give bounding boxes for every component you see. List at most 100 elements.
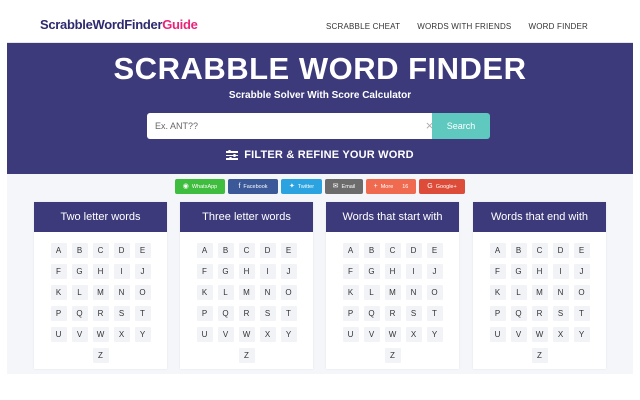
nav-link-words-with-friends[interactable]: WORDS WITH FRIENDS xyxy=(417,22,511,31)
letter-tile-z[interactable]: Z xyxy=(92,348,109,363)
letter-tile-c[interactable]: C xyxy=(238,243,255,258)
letter-tile-r[interactable]: R xyxy=(384,306,401,321)
letter-tile-y[interactable]: Y xyxy=(134,327,151,342)
letter-tile-s[interactable]: S xyxy=(259,306,276,321)
site-logo[interactable]: ScrabbleWordFinderGuide xyxy=(40,17,198,32)
letter-tile-f[interactable]: F xyxy=(50,264,67,279)
letter-tile-c[interactable]: C xyxy=(92,243,109,258)
letter-tile-w[interactable]: W xyxy=(531,327,548,342)
letter-tile-r[interactable]: R xyxy=(531,306,548,321)
letter-tile-b[interactable]: B xyxy=(217,243,234,258)
letter-tile-h[interactable]: H xyxy=(384,264,401,279)
letter-tile-f[interactable]: F xyxy=(196,264,213,279)
nav-link-scrabble-cheat[interactable]: SCRABBLE CHEAT xyxy=(326,22,400,31)
letter-tile-o[interactable]: O xyxy=(280,285,297,300)
letter-tile-b[interactable]: B xyxy=(510,243,527,258)
letter-tile-e[interactable]: E xyxy=(134,243,151,258)
letter-tile-d[interactable]: D xyxy=(405,243,422,258)
letter-tile-o[interactable]: O xyxy=(573,285,590,300)
letter-tile-d[interactable]: D xyxy=(113,243,130,258)
letter-tile-v[interactable]: V xyxy=(71,327,88,342)
letter-tile-c[interactable]: C xyxy=(384,243,401,258)
letter-tile-f[interactable]: F xyxy=(342,264,359,279)
share-button-whatsapp[interactable]: ◉ WhatsApp xyxy=(175,179,225,194)
letter-tile-m[interactable]: M xyxy=(238,285,255,300)
filter-toggle[interactable]: FILTER & REFINE YOUR WORD xyxy=(7,149,633,161)
letter-tile-u[interactable]: U xyxy=(342,327,359,342)
letter-tile-w[interactable]: W xyxy=(238,327,255,342)
letter-tile-h[interactable]: H xyxy=(531,264,548,279)
letter-tile-t[interactable]: T xyxy=(573,306,590,321)
letter-tile-g[interactable]: G xyxy=(71,264,88,279)
letter-tile-i[interactable]: I xyxy=(113,264,130,279)
letter-tile-a[interactable]: A xyxy=(196,243,213,258)
letter-tile-l[interactable]: L xyxy=(510,285,527,300)
letter-tile-z[interactable]: Z xyxy=(531,348,548,363)
letter-tile-u[interactable]: U xyxy=(50,327,67,342)
search-button[interactable]: Search xyxy=(432,113,490,139)
letter-tile-e[interactable]: E xyxy=(280,243,297,258)
letter-tile-n[interactable]: N xyxy=(405,285,422,300)
letter-tile-n[interactable]: N xyxy=(259,285,276,300)
letter-tile-k[interactable]: K xyxy=(489,285,506,300)
letter-tile-p[interactable]: P xyxy=(489,306,506,321)
letter-tile-v[interactable]: V xyxy=(363,327,380,342)
letter-tile-r[interactable]: R xyxy=(92,306,109,321)
letter-tile-y[interactable]: Y xyxy=(280,327,297,342)
letter-tile-m[interactable]: M xyxy=(531,285,548,300)
letter-tile-w[interactable]: W xyxy=(384,327,401,342)
letter-tile-l[interactable]: L xyxy=(217,285,234,300)
letter-tile-i[interactable]: I xyxy=(259,264,276,279)
clear-icon[interactable]: × xyxy=(425,120,435,132)
letter-tile-j[interactable]: J xyxy=(134,264,151,279)
letter-tile-k[interactable]: K xyxy=(342,285,359,300)
letter-tile-n[interactable]: N xyxy=(552,285,569,300)
letter-tile-i[interactable]: I xyxy=(552,264,569,279)
letter-tile-e[interactable]: E xyxy=(573,243,590,258)
letter-tile-l[interactable]: L xyxy=(71,285,88,300)
letter-tile-l[interactable]: L xyxy=(363,285,380,300)
letter-tile-p[interactable]: P xyxy=(196,306,213,321)
letter-tile-k[interactable]: K xyxy=(196,285,213,300)
letter-tile-p[interactable]: P xyxy=(342,306,359,321)
nav-link-word-finder[interactable]: WORD FINDER xyxy=(528,22,588,31)
letter-tile-q[interactable]: Q xyxy=(71,306,88,321)
letter-tile-d[interactable]: D xyxy=(259,243,276,258)
letter-tile-p[interactable]: P xyxy=(50,306,67,321)
letter-tile-s[interactable]: S xyxy=(113,306,130,321)
letter-tile-k[interactable]: K xyxy=(50,285,67,300)
letter-tile-q[interactable]: Q xyxy=(510,306,527,321)
share-button-more[interactable]: + More 16 xyxy=(366,179,416,194)
share-button-twitter[interactable]: ✦ Twitter xyxy=(281,179,322,194)
letter-tile-z[interactable]: Z xyxy=(384,348,401,363)
letter-tile-j[interactable]: J xyxy=(426,264,443,279)
share-button-email[interactable]: ✉ Email xyxy=(325,179,363,194)
letter-tile-t[interactable]: T xyxy=(426,306,443,321)
letter-tile-o[interactable]: O xyxy=(134,285,151,300)
letter-tile-x[interactable]: X xyxy=(552,327,569,342)
letter-tile-j[interactable]: J xyxy=(573,264,590,279)
letter-tile-b[interactable]: B xyxy=(71,243,88,258)
letter-tile-u[interactable]: U xyxy=(489,327,506,342)
letter-tile-i[interactable]: I xyxy=(405,264,422,279)
letter-tile-y[interactable]: Y xyxy=(573,327,590,342)
letter-tile-e[interactable]: E xyxy=(426,243,443,258)
letter-tile-t[interactable]: T xyxy=(134,306,151,321)
letter-tile-g[interactable]: G xyxy=(510,264,527,279)
letter-tile-n[interactable]: N xyxy=(113,285,130,300)
share-button-google[interactable]: G Google+ xyxy=(419,179,465,194)
letter-tile-q[interactable]: Q xyxy=(217,306,234,321)
letter-tile-a[interactable]: A xyxy=(489,243,506,258)
letter-tile-u[interactable]: U xyxy=(196,327,213,342)
share-button-facebook[interactable]: f Facebook xyxy=(228,179,278,194)
letter-tile-a[interactable]: A xyxy=(342,243,359,258)
letter-tile-a[interactable]: A xyxy=(50,243,67,258)
letter-tile-z[interactable]: Z xyxy=(238,348,255,363)
letter-tile-v[interactable]: V xyxy=(510,327,527,342)
search-input[interactable] xyxy=(147,113,432,139)
letter-tile-h[interactable]: H xyxy=(92,264,109,279)
letter-tile-m[interactable]: M xyxy=(384,285,401,300)
letter-tile-j[interactable]: J xyxy=(280,264,297,279)
letter-tile-g[interactable]: G xyxy=(217,264,234,279)
letter-tile-s[interactable]: S xyxy=(405,306,422,321)
